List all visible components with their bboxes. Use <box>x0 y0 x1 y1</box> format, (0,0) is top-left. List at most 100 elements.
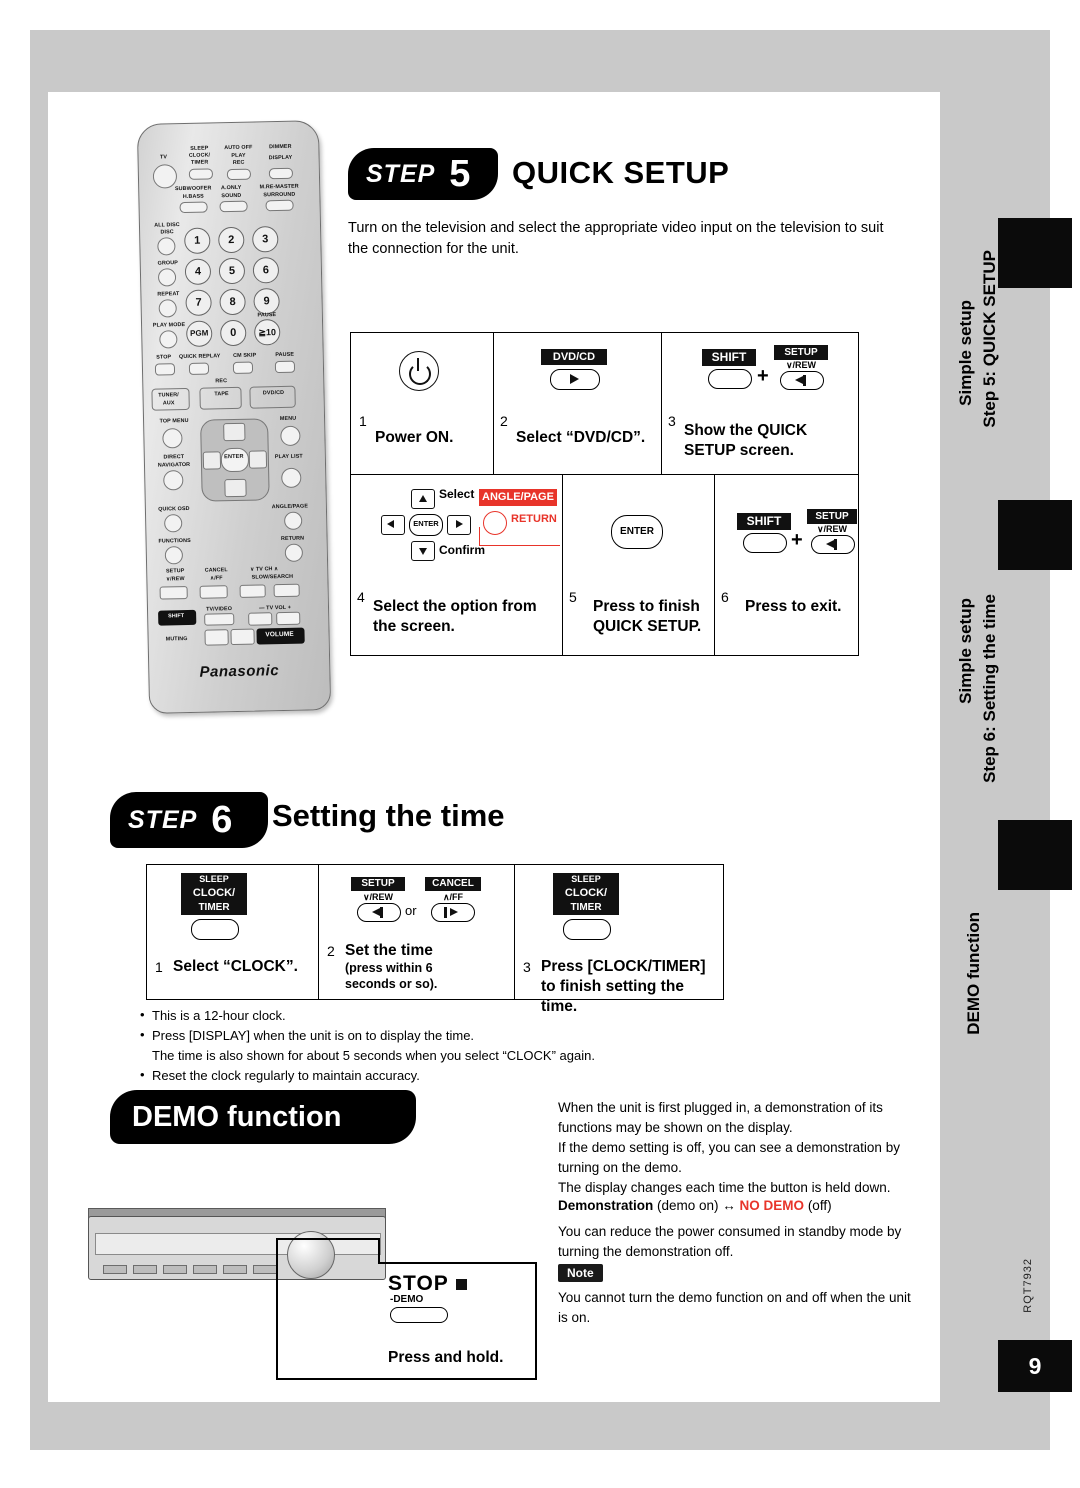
ff-key-sublabel: ∧/FF <box>442 892 464 902</box>
setup-key-button-2 <box>811 535 855 554</box>
enter-key-big-label: ENTER <box>620 526 654 537</box>
remote-menu-button <box>280 425 301 447</box>
remote-key-2: 2 <box>218 226 245 254</box>
step5-cell-1-number: 1 <box>359 413 367 429</box>
cancel-key-label: CANCEL <box>425 877 481 891</box>
step5-cell-1-caption: Power ON. <box>375 429 454 446</box>
step5-badge-number: 5 <box>449 153 471 195</box>
remote-slow-right-button <box>273 583 300 598</box>
shift-key-label-2: SHIFT <box>737 513 791 530</box>
manual-page: 9 Simple setup Step 5: QUICK SETUP Simpl… <box>0 0 1080 1488</box>
remote-label-shift: SHIFT <box>168 613 185 620</box>
unit-illustration <box>88 1208 386 1290</box>
remote-label-setup: SETUP <box>165 568 185 575</box>
step6-note-2: Press [DISPLAY] when the unit is on to d… <box>140 1025 660 1046</box>
remote-label-rec: REC <box>232 159 245 166</box>
remote-label-enter: ENTER <box>224 453 244 461</box>
remote-label-repeat: REPEAT <box>157 291 180 298</box>
stop-demo-button <box>390 1307 448 1323</box>
remote-label-volume: VOLUME <box>265 630 294 639</box>
remote-key-5: 5 <box>218 257 246 285</box>
remote-control-illustration: TV SLEEP CLOCK/ TIMER AUTO OFF PLAY REC … <box>136 120 332 714</box>
or-label: or <box>405 903 417 918</box>
step5-cell-6-number: 6 <box>721 589 729 605</box>
step6-cell-3: SLEEP CLOCK/ TIMER 3 Press [CLOCK/TIMER]… <box>514 864 724 1015</box>
remote-tv-vol-down-button <box>248 612 273 626</box>
side-tab-3 <box>998 820 1072 890</box>
demo-paragraph-4: You can reduce the power consumed in sta… <box>558 1224 902 1260</box>
remote-key-4: 4 <box>184 258 212 285</box>
demo-state-on-suffix: (demo on) ↔ <box>653 1198 740 1213</box>
plus-sign: + <box>757 365 769 387</box>
remote-tv-video-button <box>204 613 235 626</box>
remote-label-vrew: ∨/REW <box>166 576 185 583</box>
cursor-right-key <box>447 515 471 535</box>
unit-display-strip <box>95 1233 381 1255</box>
page-frame-top <box>30 30 1050 92</box>
power-icon <box>399 351 439 391</box>
step5-title: QUICK SETUP <box>512 155 730 190</box>
remote-hbass-button <box>179 201 208 214</box>
remote-key-1: 1 <box>184 227 211 254</box>
timer-key-label-2: TIMER <box>553 901 619 915</box>
remote-tuner-aux-button <box>151 387 190 411</box>
remote-repeat-button <box>158 299 177 318</box>
remote-cm-skip-button <box>232 361 254 375</box>
remote-label-pause: PAUSE <box>275 351 295 359</box>
dvdcd-key-label: DVD/CD <box>541 349 607 365</box>
step6-note-4: Reset the clock regularly to maintain ac… <box>140 1065 660 1086</box>
enter-key-small-label: ENTER <box>413 519 439 528</box>
remote-pause-button <box>274 360 296 374</box>
step5-cell-3: SHIFT + SETUP ∨/REW 3 Show the QUICK SET… <box>661 332 859 476</box>
step6-cell-2-sub1: (press within 6 <box>345 961 433 975</box>
step5-cell-6: SHIFT + SETUP ∨/REW 6 Press to exit. <box>714 474 859 656</box>
setup-key-sublabel: ∨/REW <box>785 360 817 370</box>
side-tab-2 <box>998 500 1072 570</box>
demo-state-off-label: NO DEMO <box>739 1198 805 1213</box>
remote-setup-rew-button <box>159 586 188 600</box>
remote-label-functions: FUNCTIONS <box>158 537 191 545</box>
remote-key-3: 3 <box>252 226 279 253</box>
side-label-step5: Step 5: QUICK SETUP <box>980 250 999 428</box>
side-label-step6: Step 6: Setting the time <box>980 594 999 783</box>
step6-notes: This is a 12-hour clock. Press [DISPLAY]… <box>140 1005 660 1087</box>
clock-timer-key-button-2 <box>563 919 611 940</box>
remote-stop-button <box>154 363 176 376</box>
remote-dpad-down <box>224 478 247 498</box>
demo-state-off-suffix: (off) <box>804 1198 832 1213</box>
cursor-left-key <box>381 515 405 535</box>
remote-vol-down-button <box>204 629 229 646</box>
step5-intro: Turn on the television and select the ap… <box>348 220 884 258</box>
remote-key-8: 8 <box>219 288 246 316</box>
remote-label-slow-search: SLOW/SEARCH <box>251 573 294 581</box>
remote-label-play-list: PLAY LIST <box>274 453 303 461</box>
remote-key-7: 7 <box>185 289 212 316</box>
leader-line-top <box>378 1262 536 1264</box>
remote-label-cancel: CANCEL <box>204 567 228 574</box>
unit-button-2 <box>133 1265 157 1274</box>
remote-label-muting: MUTING <box>165 636 188 643</box>
plus-sign-2: + <box>791 529 803 551</box>
press-and-hold-label: Press and hold. <box>388 1349 504 1366</box>
step6-cell-2: SETUP ∨/REW or CANCEL ∧/FF 2 Set the tim… <box>318 864 516 1000</box>
step5-cell-6-caption: Press to exit. <box>745 598 842 615</box>
step6-cell-3-number: 3 <box>523 959 531 975</box>
rew-key-button <box>357 903 401 922</box>
remote-slow-left-button <box>239 584 266 598</box>
remote-label-tv: TV <box>159 154 168 161</box>
remote-label-timer: TIMER <box>190 159 209 166</box>
step5-cell-4: Select ENTER Confirm ANGLE/PAGE RETURN 4… <box>350 474 564 656</box>
unit-button-1 <box>103 1265 127 1274</box>
note-text: You cannot turn the demo function on and… <box>558 1290 911 1326</box>
step5-cell-3-caption: Show the QUICK SETUP screen. <box>684 422 808 460</box>
remote-label-mre-master: M.RE-MASTER <box>259 183 299 191</box>
remote-display-button <box>268 167 294 180</box>
remote-dpad-right <box>248 450 268 469</box>
step5-cell-5-number: 5 <box>569 589 577 605</box>
remote-dvdcd-button <box>249 385 296 409</box>
setup-key-sublabel-3: ∨/REW <box>362 892 394 902</box>
remote-vol-up-button <box>230 628 255 646</box>
remote-label-stop: STOP <box>156 354 172 361</box>
remote-label-direct: DIRECT <box>163 454 185 461</box>
note-badge: Note <box>558 1264 603 1282</box>
